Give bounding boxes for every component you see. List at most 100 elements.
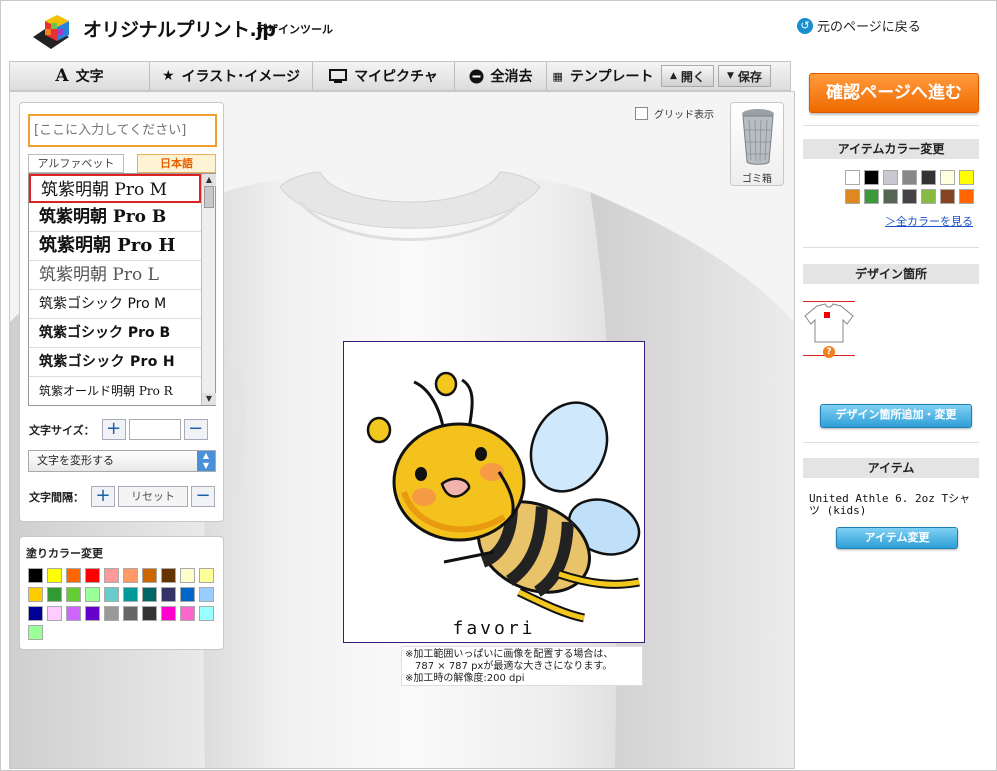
fill-color-swatch[interactable] xyxy=(66,587,81,602)
fill-color-swatch[interactable] xyxy=(85,606,100,621)
bee-illustration[interactable] xyxy=(344,342,644,642)
font-option[interactable]: 筑紫明朝 Pro B xyxy=(29,203,215,232)
item-name: United Athle 6. 2oz Tシャツ (kids) xyxy=(809,492,971,517)
scroll-down-icon[interactable]: ▼ xyxy=(202,393,216,405)
proceed-to-confirm-button[interactable]: 確認ページへ進む xyxy=(809,73,979,113)
font-option[interactable]: 筑紫ゴシック Pro H xyxy=(29,348,215,377)
text-input[interactable] xyxy=(28,114,217,147)
open-label: 開く xyxy=(680,69,705,84)
save-label: 保存 xyxy=(737,69,762,84)
fill-color-swatch[interactable] xyxy=(104,606,119,621)
fill-color-swatch[interactable] xyxy=(199,568,214,583)
fill-color-swatch[interactable] xyxy=(85,587,100,602)
item-color-swatch[interactable] xyxy=(883,170,898,185)
fill-color-swatch[interactable] xyxy=(104,587,119,602)
item-color-swatch[interactable] xyxy=(940,170,955,185)
fill-color-swatch[interactable] xyxy=(180,568,195,583)
save-button[interactable]: ▼ 保存 xyxy=(717,65,771,87)
fill-color-swatch[interactable] xyxy=(28,568,43,583)
trash-bin[interactable]: ゴミ箱 xyxy=(730,102,784,186)
item-color-swatch[interactable] xyxy=(845,189,860,204)
add-change-design-location-button[interactable]: デザイン箇所追加・変更 xyxy=(820,404,972,428)
grid-checkbox[interactable] xyxy=(635,107,648,120)
clear-all-button[interactable]: 全消去 xyxy=(455,62,547,90)
logo-cube-icon xyxy=(33,15,69,49)
letter-spacing-increase-button[interactable]: + xyxy=(91,486,115,507)
fill-color-swatch[interactable] xyxy=(123,606,138,621)
note-line: ※加工時の解像度:200 dpi xyxy=(405,673,525,684)
fill-color-swatch[interactable] xyxy=(142,587,157,602)
fill-color-swatch[interactable] xyxy=(123,587,138,602)
letter-spacing-decrease-button[interactable]: − xyxy=(191,486,215,507)
text-transform-select[interactable]: 文字を変形する ▲ ▼ xyxy=(28,450,216,472)
item-color-swatch[interactable] xyxy=(883,189,898,204)
item-color-swatch[interactable] xyxy=(921,170,936,185)
item-color-swatch[interactable] xyxy=(959,170,974,185)
tab-japanese[interactable]: 日本語 xyxy=(137,154,216,173)
font-size-label: 文字サイズ： xyxy=(29,423,95,437)
font-list[interactable]: 筑紫明朝 Pro M 筑紫明朝 Pro B 筑紫明朝 Pro H 筑紫明朝 Pr… xyxy=(28,173,216,406)
grid-display-label: グリッド表示 xyxy=(654,110,714,121)
item-color-swatch[interactable] xyxy=(845,170,860,185)
divider xyxy=(803,247,979,248)
item-color-swatch[interactable] xyxy=(864,189,879,204)
fill-color-swatch[interactable] xyxy=(104,568,119,583)
tab-text[interactable]: A 文字 xyxy=(10,62,150,90)
font-option-selected[interactable]: 筑紫明朝 Pro M xyxy=(29,174,201,203)
down-arrow-icon: ▼ xyxy=(726,71,734,81)
fill-color-swatch[interactable] xyxy=(142,606,157,621)
tab-illustration[interactable]: ★ イラスト･イメージ xyxy=(150,62,313,90)
change-item-button[interactable]: アイテム変更 xyxy=(836,527,958,549)
design-location-thumbnail[interactable]: ? xyxy=(803,301,855,358)
item-color-swatch[interactable] xyxy=(959,189,974,204)
fill-color-swatch[interactable] xyxy=(85,568,100,583)
fill-color-swatch[interactable] xyxy=(123,568,138,583)
fill-color-swatch[interactable] xyxy=(161,568,176,583)
tab-my-picture[interactable]: マイピクチャ xyxy=(313,62,455,90)
fill-color-swatch[interactable] xyxy=(199,606,214,621)
open-button[interactable]: ▲ 開く xyxy=(661,65,714,87)
tab-text-label: 文字 xyxy=(75,69,104,85)
fill-color-swatch[interactable] xyxy=(47,606,62,621)
font-option[interactable]: 筑紫ゴシック Pro M xyxy=(29,290,215,319)
font-size-input[interactable] xyxy=(128,419,181,440)
fill-color-swatch[interactable] xyxy=(28,606,43,621)
view-all-colors-link[interactable]: ＞全カラーを見る xyxy=(885,213,973,229)
scroll-thumb[interactable] xyxy=(204,186,214,208)
fill-color-panel: 塗りカラー変更 xyxy=(19,536,224,650)
design-print-area[interactable]: favori xyxy=(343,341,645,643)
fill-color-swatch[interactable] xyxy=(28,625,43,640)
fill-color-swatch[interactable] xyxy=(47,568,62,583)
item-color-swatch[interactable] xyxy=(902,170,917,185)
up-arrow-icon: ▲ xyxy=(670,71,677,81)
font-option[interactable]: 筑紫明朝 Pro H xyxy=(29,232,215,261)
fill-color-swatch[interactable] xyxy=(161,606,176,621)
tab-alphabet[interactable]: アルファベット xyxy=(28,154,124,173)
divider xyxy=(803,442,979,443)
font-option[interactable]: 筑紫明朝 Pro L xyxy=(29,261,215,290)
fill-color-swatch[interactable] xyxy=(142,568,157,583)
letter-spacing-reset-button[interactable]: リセット xyxy=(118,486,188,507)
font-option[interactable]: 筑紫オールド明朝 Pro R xyxy=(29,377,215,405)
item-color-swatch[interactable] xyxy=(864,170,879,185)
fill-color-swatch[interactable] xyxy=(199,587,214,602)
back-to-previous-page-link[interactable]: ↺ 元のページに戻る xyxy=(797,16,921,35)
item-color-swatch[interactable] xyxy=(921,189,936,204)
item-color-swatch[interactable] xyxy=(902,189,917,204)
font-size-increase-button[interactable]: + xyxy=(101,419,126,440)
scroll-up-icon[interactable]: ▲ xyxy=(202,174,216,186)
fill-color-swatch[interactable] xyxy=(180,587,195,602)
fill-color-swatch[interactable] xyxy=(28,587,43,602)
item-color-swatch[interactable] xyxy=(940,189,955,204)
fill-color-swatch[interactable] xyxy=(66,568,81,583)
fill-color-swatch[interactable] xyxy=(47,587,62,602)
grid-display-toggle[interactable]: グリッド表示 xyxy=(635,106,714,121)
font-option[interactable]: 筑紫ゴシック Pro B xyxy=(29,319,215,348)
font-size-decrease-button[interactable]: − xyxy=(183,419,208,440)
tab-template[interactable]: ▦ テンプレート xyxy=(547,62,659,90)
font-list-scrollbar[interactable]: ▲ ▼ xyxy=(201,174,216,405)
help-icon[interactable]: ? xyxy=(823,346,835,358)
fill-color-swatch[interactable] xyxy=(66,606,81,621)
fill-color-swatch[interactable] xyxy=(180,606,195,621)
fill-color-swatch[interactable] xyxy=(161,587,176,602)
